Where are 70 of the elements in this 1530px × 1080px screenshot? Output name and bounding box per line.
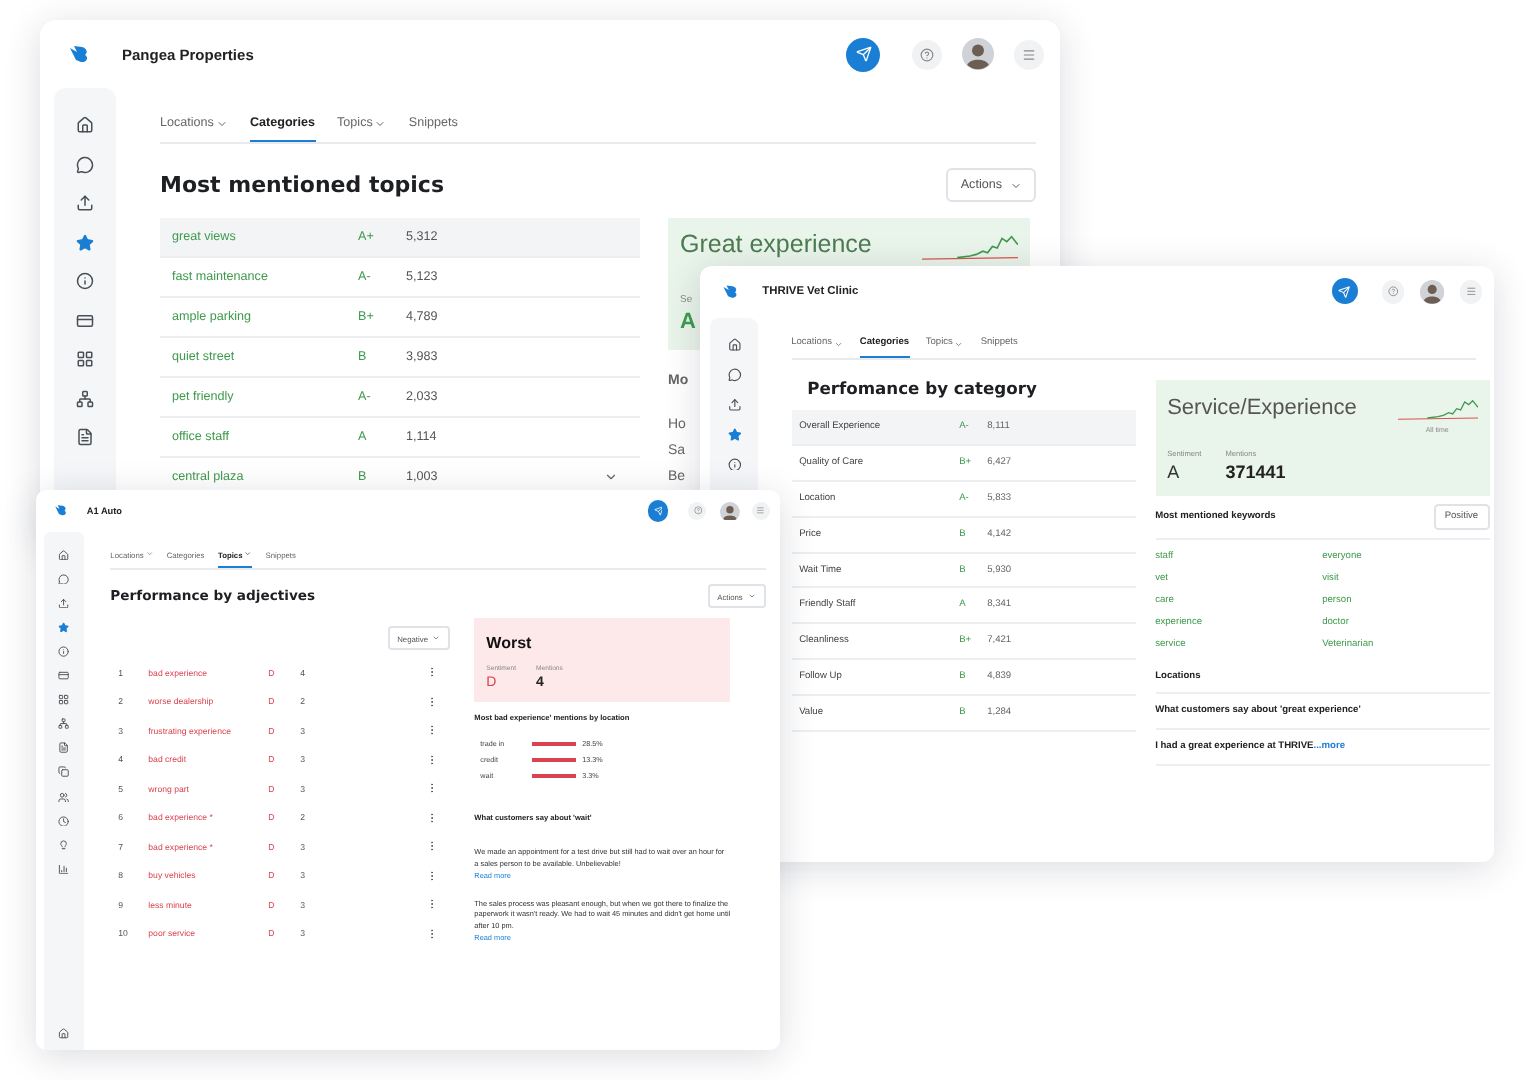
mention-total: 371441 <box>1225 462 1286 483</box>
caret-icon <box>954 339 964 349</box>
send-icon <box>1338 285 1351 298</box>
send-button[interactable] <box>1331 278 1358 305</box>
home-icon[interactable] <box>58 549 70 561</box>
menu-icon <box>1022 47 1036 61</box>
info-icon[interactable] <box>727 457 741 471</box>
card-title: Worst <box>486 634 534 653</box>
avatar[interactable] <box>1419 279 1444 304</box>
section-heading: Perfomance by category <box>807 378 1037 399</box>
document-icon[interactable] <box>76 428 94 446</box>
info-icon[interactable] <box>76 272 94 290</box>
chat-icon[interactable] <box>727 368 741 383</box>
document-icon[interactable] <box>58 742 70 754</box>
card-title: Service/Experience <box>1167 396 1357 421</box>
chevron-icon[interactable] <box>604 470 618 484</box>
upload-icon[interactable] <box>76 194 94 212</box>
sparkline <box>922 230 1018 266</box>
help-icon <box>920 47 934 61</box>
logo-icon <box>721 284 738 300</box>
sentiment-grade: A <box>1167 462 1182 483</box>
help-icon <box>693 506 702 516</box>
send-button[interactable] <box>647 500 669 522</box>
caret-icon <box>1010 179 1022 191</box>
info-icon[interactable] <box>58 646 70 658</box>
people-icon[interactable] <box>58 791 70 803</box>
logo-icon <box>68 44 90 64</box>
chat-icon[interactable] <box>76 155 94 173</box>
sentiment-grade: A <box>680 310 696 334</box>
menu-icon <box>756 506 766 516</box>
menu-button[interactable] <box>1459 280 1482 304</box>
copy-icon[interactable] <box>58 766 70 779</box>
avatar[interactable] <box>962 38 994 70</box>
caret-icon <box>374 117 387 129</box>
home-icon[interactable] <box>58 1028 70 1041</box>
clock-icon[interactable] <box>58 815 70 827</box>
upload-icon[interactable] <box>58 597 70 609</box>
send-button[interactable] <box>846 37 880 71</box>
avatar[interactable] <box>719 501 740 521</box>
network-icon[interactable] <box>58 718 70 730</box>
share-bar <box>532 774 577 779</box>
send-icon <box>653 506 663 516</box>
upload-icon[interactable] <box>727 398 741 412</box>
star-icon[interactable] <box>58 621 70 634</box>
card-icon[interactable] <box>76 311 94 329</box>
menu-button[interactable] <box>1014 39 1044 69</box>
card-icon[interactable] <box>58 670 70 682</box>
caret-icon <box>833 339 844 349</box>
grid-icon[interactable] <box>76 350 94 368</box>
send-icon <box>855 46 871 62</box>
caret-icon <box>215 117 228 129</box>
logo-icon <box>53 504 67 518</box>
chat-icon[interactable] <box>58 573 70 585</box>
share-bar <box>532 758 577 763</box>
star-icon[interactable] <box>76 233 94 251</box>
star-icon[interactable] <box>727 427 741 442</box>
network-icon[interactable] <box>76 389 94 407</box>
bulb-icon[interactable] <box>58 839 70 851</box>
menu-icon <box>1465 286 1476 298</box>
help-button[interactable] <box>912 39 942 69</box>
share-bar <box>532 742 577 747</box>
home-icon[interactable] <box>76 116 94 134</box>
card-title: Great experience <box>680 230 872 258</box>
home-icon[interactable] <box>727 338 741 353</box>
help-icon <box>1387 286 1399 298</box>
section-heading: Most mentioned topics <box>160 172 445 198</box>
sparkline <box>1397 396 1478 425</box>
grid-icon[interactable] <box>58 694 70 706</box>
chart-icon[interactable] <box>58 863 70 875</box>
caret-icon <box>145 550 154 559</box>
